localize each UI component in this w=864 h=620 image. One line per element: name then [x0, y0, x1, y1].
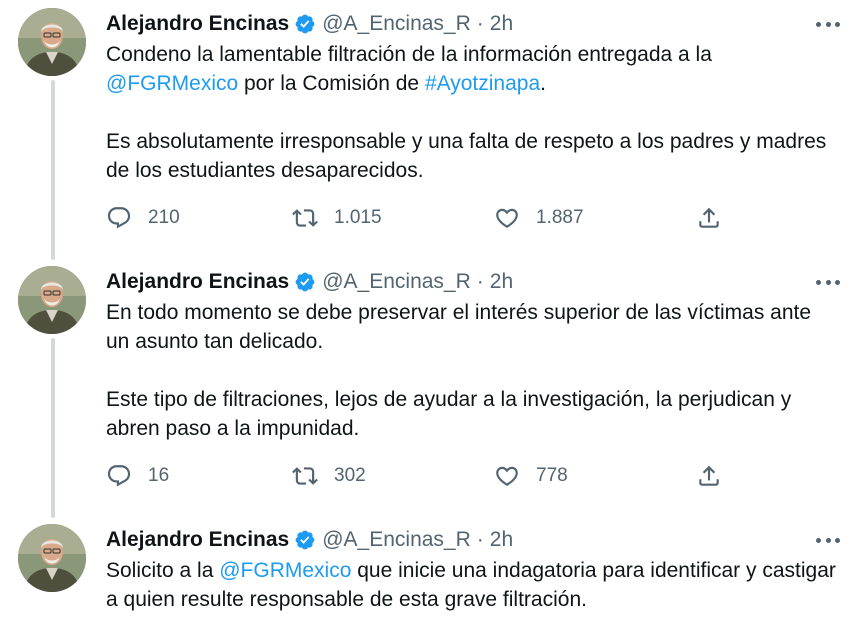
tweet[interactable]: Alejandro Encinas @A_Encinas_R · 2h Soli…: [0, 516, 864, 620]
tweet-header: Alejandro Encinas @A_Encinas_R · 2h: [106, 526, 513, 554]
author-handle[interactable]: @A_Encinas_R: [322, 528, 471, 552]
tweet-actions: 16 302 778: [106, 461, 726, 491]
like-button[interactable]: 778: [494, 461, 568, 491]
author-handle[interactable]: @A_Encinas_R: [322, 270, 471, 294]
tweet-header: Alejandro Encinas @A_Encinas_R · 2h: [106, 10, 513, 38]
retweet-count: 302: [334, 465, 366, 486]
more-options-icon[interactable]: [816, 272, 840, 292]
tweet-thread: Alejandro Encinas @A_Encinas_R · 2h Cond…: [0, 0, 864, 620]
reply-button[interactable]: 210: [106, 203, 180, 233]
heart-icon: [494, 463, 520, 489]
text-segment: Solicito a la: [106, 559, 220, 582]
like-count: 778: [536, 465, 568, 486]
verified-badge-icon: [294, 529, 316, 551]
hashtag-link[interactable]: #Ayotzinapa: [425, 72, 540, 95]
more-options-icon[interactable]: [816, 14, 840, 34]
reply-icon: [106, 463, 132, 489]
tweet-paragraph: Es absolutamente irresponsable y una fal…: [106, 130, 827, 182]
avatar[interactable]: [18, 8, 86, 76]
tweet[interactable]: Alejandro Encinas @A_Encinas_R · 2h Cond…: [0, 0, 864, 260]
timestamp[interactable]: 2h: [490, 270, 513, 294]
retweet-icon: [292, 205, 318, 231]
more-options-icon[interactable]: [816, 530, 840, 550]
thread-connector-line: [51, 80, 55, 260]
timestamp[interactable]: 2h: [490, 528, 513, 552]
separator-dot: ·: [476, 12, 484, 35]
mention-link[interactable]: @FGRMexico: [106, 72, 238, 95]
text-segment: .: [540, 72, 546, 95]
tweet-paragraph: Solicito a la @FGRMexico que inicie una …: [106, 556, 836, 614]
reply-icon: [106, 205, 132, 231]
reply-count: 210: [148, 207, 180, 228]
tweet-paragraph: Este tipo de filtraciones, lejos de ayud…: [106, 388, 792, 440]
separator-dot: ·: [476, 528, 484, 551]
reply-count: 16: [148, 465, 170, 486]
author-name[interactable]: Alejandro Encinas: [106, 12, 289, 36]
thread-connector-line: [51, 338, 55, 518]
retweet-icon: [292, 463, 318, 489]
avatar[interactable]: [18, 266, 86, 334]
author-name[interactable]: Alejandro Encinas: [106, 528, 289, 552]
tweet-paragraph: En todo momento se debe preservar el int…: [106, 301, 812, 353]
share-icon: [696, 463, 722, 489]
separator-dot: ·: [476, 270, 484, 293]
text-segment: por la Comisión de: [238, 72, 425, 95]
mention-link[interactable]: @FGRMexico: [219, 559, 351, 582]
tweet-text: Condeno la lamentable filtración de la i…: [106, 40, 836, 185]
heart-icon: [494, 205, 520, 231]
tweet-actions: 210 1.015 1.887: [106, 203, 726, 233]
share-icon: [696, 205, 722, 231]
verified-badge-icon: [294, 13, 316, 35]
retweet-count: 1.015: [334, 207, 382, 228]
verified-badge-icon: [294, 271, 316, 293]
share-button[interactable]: [696, 203, 722, 233]
retweet-button[interactable]: 302: [292, 461, 366, 491]
tweet[interactable]: Alejandro Encinas @A_Encinas_R · 2h En t…: [0, 258, 864, 518]
like-count: 1.887: [536, 207, 584, 228]
avatar[interactable]: [18, 524, 86, 592]
author-handle[interactable]: @A_Encinas_R: [322, 12, 471, 36]
reply-button[interactable]: 16: [106, 461, 169, 491]
author-name[interactable]: Alejandro Encinas: [106, 270, 289, 294]
retweet-button[interactable]: 1.015: [292, 203, 382, 233]
like-button[interactable]: 1.887: [494, 203, 584, 233]
tweet-text: Solicito a la @FGRMexico que inicie una …: [106, 556, 836, 614]
timestamp[interactable]: 2h: [490, 12, 513, 36]
tweet-header: Alejandro Encinas @A_Encinas_R · 2h: [106, 268, 513, 296]
tweet-paragraph: Condeno la lamentable filtración de la i…: [106, 40, 836, 98]
tweet-text: En todo momento se debe preservar el int…: [106, 298, 836, 443]
text-segment: Condeno la lamentable filtración de la i…: [106, 43, 712, 66]
share-button[interactable]: [696, 461, 722, 491]
